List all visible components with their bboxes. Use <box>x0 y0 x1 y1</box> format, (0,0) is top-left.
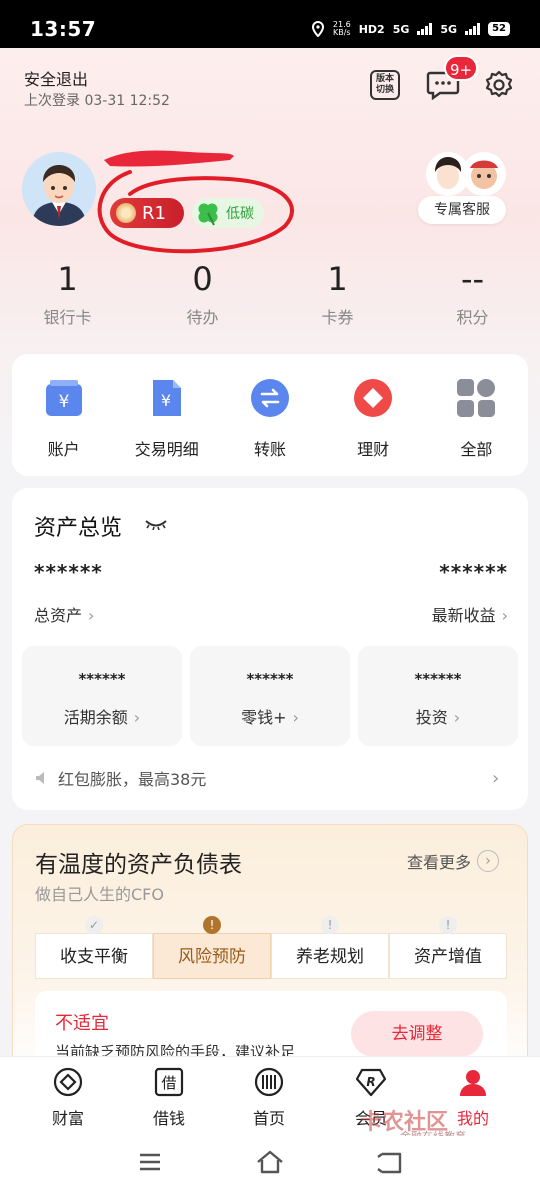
investment-tile[interactable]: ****** 投资 › <box>358 646 518 746</box>
panel-status: 不适宜 <box>55 1013 109 1034</box>
quick-action-all[interactable]: 全部 <box>426 378 526 476</box>
svg-text:R: R <box>366 1075 375 1089</box>
latest-income-value: ****** <box>439 560 508 584</box>
hd-icon: HD2 <box>358 22 385 36</box>
back-icon[interactable] <box>376 1150 404 1174</box>
battery-icon: 52 <box>488 22 510 36</box>
location-icon <box>311 21 324 37</box>
version-switch-button[interactable]: 版本切换 <box>370 70 400 100</box>
transaction-details-icon: ¥ <box>152 380 181 416</box>
last-login-text: 上次登录 03-31 12:52 <box>24 93 170 109</box>
chevron-right-icon: › <box>292 708 299 727</box>
home-nav-icon[interactable] <box>256 1150 284 1174</box>
balance-sheet-tabs: ✓ 收支平衡 ! 风险预防 ! 养老规划 ! 资产增值 <box>35 916 507 979</box>
promo-notice[interactable]: 红包膨胀，最高38元 <box>34 766 206 790</box>
svg-text:借: 借 <box>161 1074 176 1092</box>
total-assets-value: ****** <box>34 560 103 584</box>
balance-sheet-title: 有温度的资产负债表 <box>35 852 242 878</box>
warning-icon: ! <box>321 916 339 934</box>
latest-income-link[interactable]: 最新收益 › <box>432 602 508 626</box>
tab-risk-prevention[interactable]: ! 风险预防 <box>153 916 271 979</box>
quick-action-wealth[interactable]: 理财 <box>323 378 423 476</box>
current-balance-tile[interactable]: ****** 活期余额 › <box>22 646 182 746</box>
chevron-right-icon: › <box>88 606 95 625</box>
tab-asset-growth[interactable]: ! 资产增值 <box>389 916 507 979</box>
total-assets-link[interactable]: 总资产 › <box>34 602 94 626</box>
transfer-icon <box>250 379 289 417</box>
customer-service-label: 专属客服 <box>418 196 506 224</box>
quick-actions-card: ¥ 账户 ¥ 交易明细 转账 理财 全部 <box>12 354 528 476</box>
system-nav-bar <box>0 1136 540 1194</box>
see-more-link[interactable]: 查看更多 › <box>407 849 500 873</box>
assets-title: 资产总览 <box>34 516 123 541</box>
stat-points[interactable]: -- 积分 <box>405 258 540 328</box>
chevron-right-icon: › <box>501 606 508 625</box>
rank-medal-icon <box>116 203 136 223</box>
chevron-right-icon: › <box>477 850 500 872</box>
eye-closed-icon[interactable] <box>144 518 168 532</box>
logout-link[interactable]: 安全退出 <box>24 66 88 90</box>
tab-balance[interactable]: ✓ 收支平衡 <box>35 916 153 979</box>
menu-icon[interactable] <box>138 1152 162 1172</box>
quick-action-transactions[interactable]: ¥ 交易明细 <box>117 378 217 476</box>
avatar[interactable] <box>22 152 96 226</box>
chevron-right-icon: › <box>453 708 461 727</box>
speaker-icon <box>36 772 44 784</box>
customer-service-button[interactable]: 专属客服 <box>418 150 506 224</box>
stat-todo[interactable]: 0 待办 <box>135 258 270 328</box>
assets-overview-card: 资产总览 ****** ****** 总资产 › 最新收益 › ****** 活期余… <box>12 488 528 810</box>
bottom-nav: 财富 借 借钱 首页 R 会员 我的 <box>0 1056 540 1136</box>
quick-action-transfer[interactable]: 转账 <box>220 378 320 476</box>
clover-icon <box>198 203 218 226</box>
customer-service-avatars-icon <box>426 152 506 196</box>
balance-sheet-card: 有温度的资产负债表 做自己人生的CFO 查看更多 › ✓ 收支平衡 ! 风险预防… <box>12 824 528 1091</box>
chevron-right-icon[interactable]: › <box>492 768 499 789</box>
message-badge: 9+ <box>444 55 479 81</box>
stat-bank-cards[interactable]: 1 银行卡 <box>0 258 135 328</box>
nav-wealth[interactable]: 财富 <box>0 1057 136 1136</box>
warning-icon: ! <box>439 916 457 934</box>
balance-sheet-subtitle: 做自己人生的CFO <box>35 885 164 904</box>
chevron-right-icon: › <box>133 708 141 727</box>
rank-badge[interactable]: R1 <box>110 198 184 228</box>
signal-icon <box>465 23 481 35</box>
nav-borrow[interactable]: 借 借钱 <box>136 1057 202 1136</box>
stat-coupons[interactable]: 1 卡券 <box>270 258 405 328</box>
account-icon: ¥ <box>45 380 82 416</box>
svg-text:¥: ¥ <box>58 392 69 412</box>
net-speed: 21.6 KB/s <box>332 20 351 37</box>
adjust-button[interactable]: 去调整 <box>351 1011 483 1057</box>
change-plus-tile[interactable]: ****** 零钱+ › <box>190 646 350 746</box>
stats-row: 1 银行卡 0 待办 1 卡券 -- 积分 <box>0 258 540 328</box>
home-icon <box>254 1067 284 1097</box>
borrow-icon: 借 <box>154 1067 184 1097</box>
status-icons: 21.6 KB/s HD2 5G 5G 52 <box>311 21 510 37</box>
check-icon: ✓ <box>85 916 103 934</box>
low-carbon-badge[interactable]: 低碳 <box>192 198 264 228</box>
nav-home[interactable]: 首页 <box>202 1057 336 1136</box>
me-icon <box>460 1070 486 1096</box>
svg-text:¥: ¥ <box>161 391 171 410</box>
warning-icon: ! <box>203 916 221 934</box>
tab-retirement[interactable]: ! 养老规划 <box>271 916 389 979</box>
member-icon: R <box>355 1068 387 1097</box>
signal-icon <box>417 23 433 35</box>
wealth-icon <box>53 1067 83 1097</box>
all-services-icon <box>457 379 496 417</box>
wealth-management-icon <box>354 379 393 417</box>
gear-icon[interactable] <box>484 70 514 100</box>
quick-action-account[interactable]: ¥ 账户 <box>14 378 114 476</box>
status-time: 13:57 <box>30 17 97 41</box>
